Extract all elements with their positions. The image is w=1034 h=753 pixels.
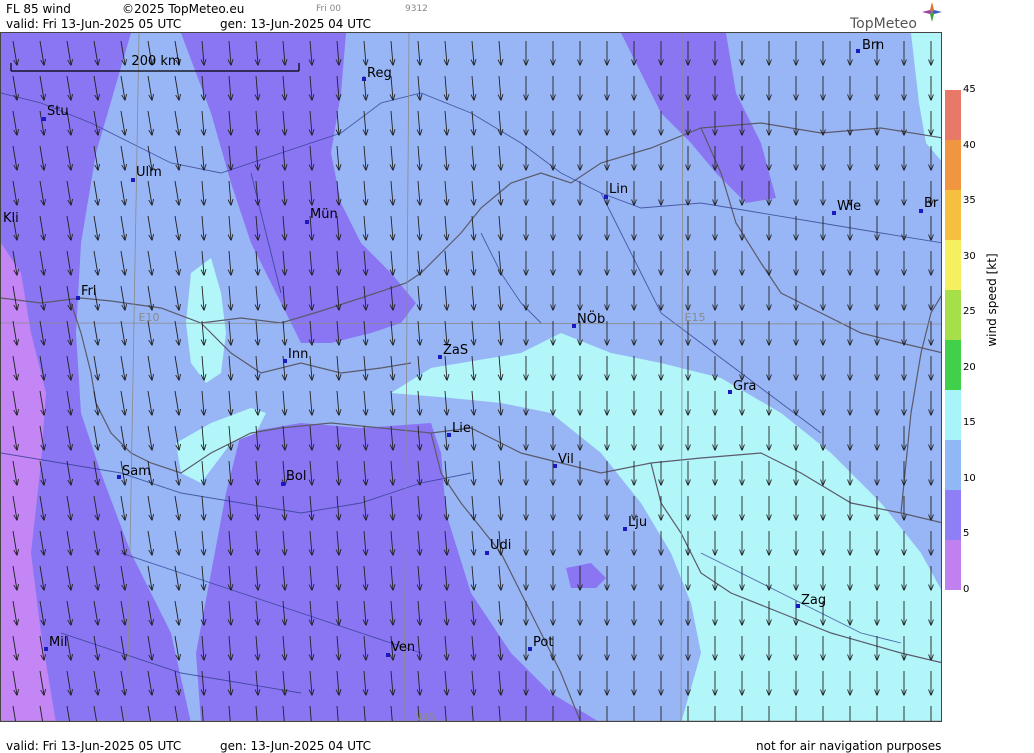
footer-disclaimer: not for air navigation purposes <box>756 739 942 753</box>
legend-tick-label: 5 <box>963 528 970 540</box>
product-title: FL 85 wind <box>6 2 71 16</box>
scale-bar-label: 200 km <box>131 54 180 69</box>
legend-color-segment <box>945 440 961 490</box>
svg-text:Udi: Udi <box>490 538 511 553</box>
legend-tick-label: 15 <box>963 417 976 429</box>
wind-map[interactable]: 200 km E10 E15 N45 Reg Brn Stu Ulm Lin K… <box>0 32 942 722</box>
svg-text:Fri: Fri <box>81 284 97 299</box>
legend-title: wind speed [kt] <box>985 253 999 347</box>
compass-star-icon <box>922 2 942 22</box>
city-ven: Ven <box>386 640 415 657</box>
svg-text:Wie: Wie <box>837 199 861 214</box>
svg-text:Lin: Lin <box>609 182 628 197</box>
generated-time: gen: 13-Jun-2025 04 UTC <box>220 17 372 31</box>
city-ulm: Ulm <box>131 165 162 182</box>
svg-text:Ulm: Ulm <box>136 165 162 180</box>
legend-color-segment <box>945 90 961 140</box>
legend-color-bar <box>945 90 961 590</box>
svg-text:Reg: Reg <box>367 66 392 81</box>
footer-valid-time: valid: Fri 13-Jun-2025 05 UTC <box>6 739 182 753</box>
svg-text:Mün: Mün <box>310 207 338 222</box>
city-reg: Reg <box>362 66 392 81</box>
legend-tick-label: 0 <box>963 584 970 595</box>
legend-color-segment <box>945 390 961 440</box>
legend-color-segment <box>945 240 961 290</box>
legend-tick-label: 20 <box>963 361 976 373</box>
grid-label-n45: N45 <box>414 711 436 722</box>
legend-tick-label: 25 <box>963 306 976 318</box>
city-nob: NÖb <box>572 310 605 328</box>
svg-text:Br: Br <box>924 196 939 211</box>
legend-tick-label: 30 <box>963 250 976 262</box>
svg-text:Bol: Bol <box>286 469 306 484</box>
svg-text:Gra: Gra <box>733 379 756 394</box>
city-zag: Zag <box>796 593 826 608</box>
svg-text:NÖb: NÖb <box>577 310 605 327</box>
svg-text:ZaS: ZaS <box>443 343 468 358</box>
svg-text:Ven: Ven <box>391 640 415 655</box>
footer-generated-time: gen: 13-Jun-2025 04 UTC <box>220 739 372 753</box>
svg-text:Inn: Inn <box>288 347 308 362</box>
svg-text:Sam: Sam <box>122 464 151 479</box>
grid-label-e10: E10 <box>139 311 160 324</box>
legend-color-segment <box>945 190 961 240</box>
city-kli: Kli <box>3 211 19 226</box>
run-label: Fri 00 <box>316 4 342 14</box>
svg-text:Pot: Pot <box>533 635 553 650</box>
city-mun: Mün <box>305 207 338 224</box>
grid-label-e15: E15 <box>685 311 706 324</box>
svg-text:Mil: Mil <box>49 635 67 650</box>
city-zas: ZaS <box>438 343 468 359</box>
legend-tick-label: 10 <box>963 472 976 484</box>
topmeteo-logo: TopMeteo <box>850 16 917 32</box>
svg-text:Zag: Zag <box>801 593 826 608</box>
svg-text:Lju: Lju <box>628 515 647 530</box>
legend-color-segment <box>945 540 961 590</box>
legend-color-segment <box>945 490 961 540</box>
svg-text:Lie: Lie <box>452 421 471 436</box>
svg-text:Brn: Brn <box>862 38 884 53</box>
city-wie: Wie <box>832 199 861 215</box>
copyright-text: ©2025 TopMeteo.eu <box>122 2 245 16</box>
legend-tick-label: 35 <box>963 195 976 207</box>
legend-color-segment <box>945 140 961 190</box>
city-gra: Gra <box>728 379 756 394</box>
legend-tick-label: 45 <box>963 84 976 95</box>
legend-color-segment <box>945 340 961 390</box>
code-label: 9312 <box>405 4 428 14</box>
legend-color-segment <box>945 290 961 340</box>
valid-time: valid: Fri 13-Jun-2025 05 UTC <box>6 17 182 31</box>
svg-text:Kli: Kli <box>3 211 19 226</box>
svg-text:Vil: Vil <box>558 452 574 467</box>
svg-text:Stu: Stu <box>47 104 69 119</box>
wind-speed-field <box>1 33 941 721</box>
city-sam: Sam <box>117 464 151 479</box>
legend-tick-label: 40 <box>963 139 976 151</box>
